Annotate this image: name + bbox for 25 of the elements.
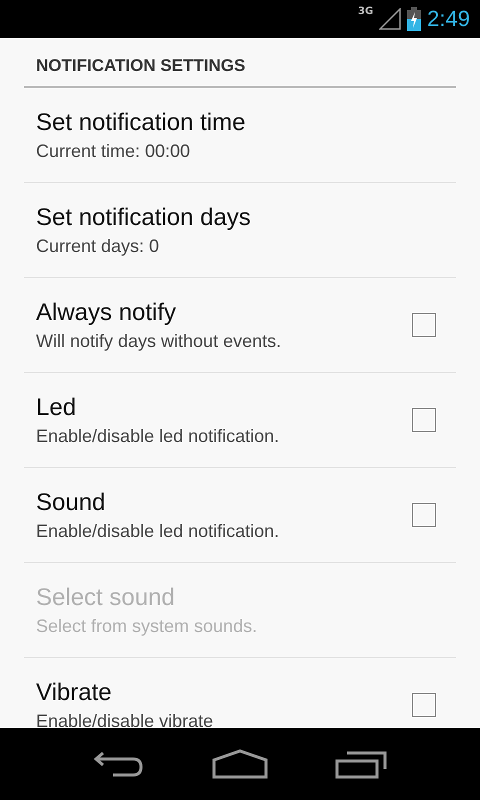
preference-summary: Will notify days without events. (36, 330, 282, 352)
checkbox[interactable] (412, 503, 436, 527)
checkbox[interactable] (412, 693, 436, 717)
preference-title[interactable]: Set notification time (36, 108, 444, 136)
home-icon[interactable] (212, 749, 268, 779)
clock-time: 2:49 (427, 6, 470, 32)
recent-apps-icon[interactable] (334, 749, 387, 779)
preference-title[interactable]: Sound (36, 488, 412, 516)
preference-summary: Select from system sounds. (36, 616, 258, 636)
checkbox[interactable] (412, 313, 436, 337)
preference-title[interactable]: Set notification days (36, 204, 444, 232)
preference-summary: Enable/disable led notification. (36, 426, 280, 446)
preference-title[interactable]: Led (36, 394, 412, 422)
preference-summary: Enable/disable led notification. (36, 520, 280, 542)
preference-summary: Enable/disable vibrate (36, 710, 214, 728)
network-type: 3G (358, 6, 374, 17)
signal-icon (379, 8, 402, 30)
preference-summary: Current days: 0 (36, 236, 160, 256)
preference-title[interactable]: Always notify (36, 298, 412, 326)
category-header: NOTIFICATION SETTINGS (36, 56, 246, 76)
preference-title[interactable]: Vibrate (36, 678, 412, 706)
battery-icon (407, 7, 422, 31)
preference-summary: Current time: 00:00 (36, 140, 192, 162)
back-icon[interactable] (93, 749, 146, 779)
checkbox[interactable] (412, 408, 436, 432)
